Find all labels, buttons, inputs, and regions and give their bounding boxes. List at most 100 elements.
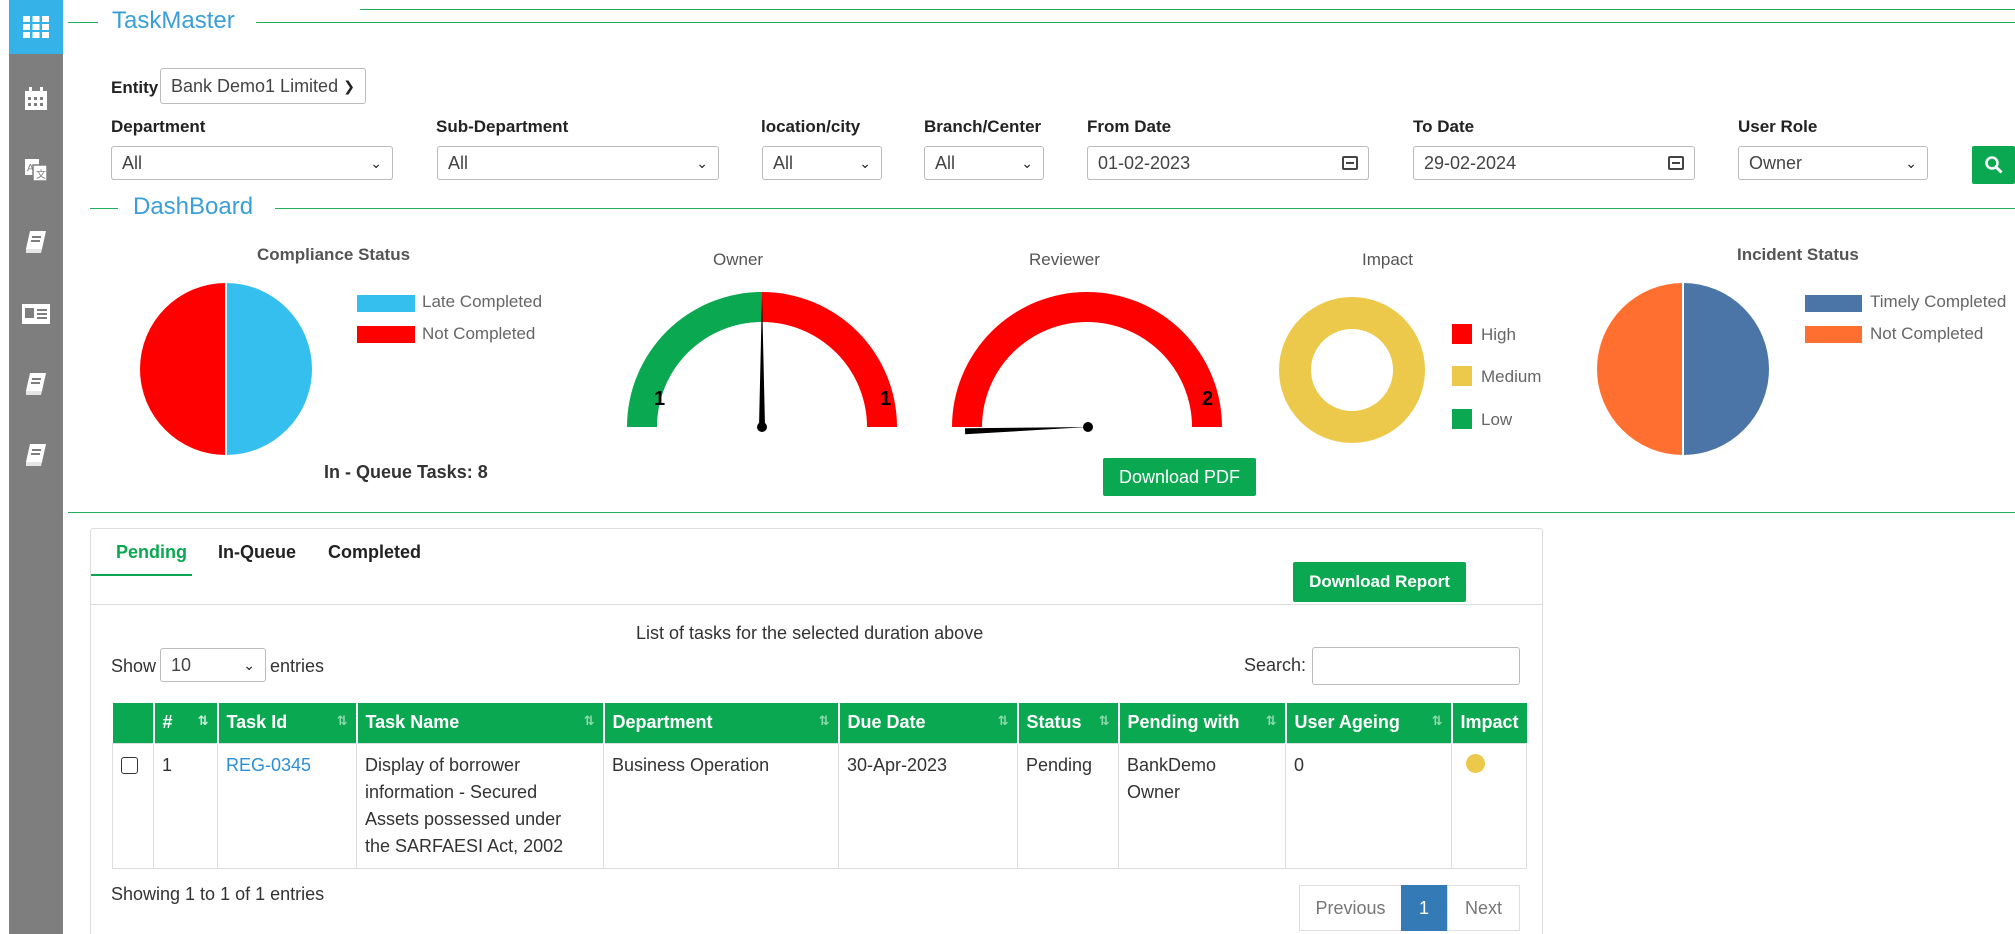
- pie-slice-not-completed[interactable]: [140, 283, 226, 455]
- legend-label-late-completed: Late Completed: [422, 292, 543, 311]
- sidebar-item-id-card[interactable]: [9, 287, 63, 341]
- legend-swatch-not-completed: [357, 326, 415, 343]
- tab-completed[interactable]: Completed: [328, 542, 421, 563]
- book-icon: [26, 444, 46, 466]
- search-button[interactable]: [1972, 146, 2015, 184]
- dashboard-title: DashBoard: [133, 193, 254, 220]
- pagination-previous[interactable]: Previous: [1299, 885, 1402, 931]
- sidebar-item-calendar[interactable]: [9, 72, 63, 126]
- user-role-value: Owner: [1749, 152, 1803, 173]
- department-select[interactable]: All ⌄: [111, 146, 393, 180]
- column-header-pending-with[interactable]: Pending with ⇅: [1118, 703, 1287, 743]
- impact-chart-title: Impact: [1362, 250, 1414, 269]
- sidebar-item-apps[interactable]: [9, 0, 63, 54]
- tabs-divider: [90, 604, 1543, 605]
- legend-label-not-completed: Not Completed: [422, 324, 536, 343]
- entity-value: Bank Demo1 Limited: [171, 75, 339, 96]
- task-pending-with: BankDemo Owner: [1118, 742, 1286, 869]
- download-pdf-button[interactable]: Download PDF: [1103, 458, 1256, 496]
- entries-select[interactable]: 10 ⌄: [160, 648, 266, 682]
- entries-label: entries: [270, 656, 325, 676]
- pagination-next[interactable]: Next: [1447, 885, 1520, 931]
- chevron-down-icon: ⌄: [370, 154, 382, 171]
- to-date-value: 29-02-2024: [1424, 152, 1517, 173]
- location-select[interactable]: All ⌄: [762, 146, 882, 180]
- column-header-due-date[interactable]: Due Date ⇅: [838, 703, 1019, 743]
- from-date-value: 01-02-2023: [1098, 152, 1191, 173]
- gauge-segment-left[interactable]: [627, 292, 762, 427]
- tab-in-queue[interactable]: In-Queue: [218, 542, 296, 563]
- sidebar-item-book-3[interactable]: [9, 428, 63, 482]
- apps-icon: [23, 16, 49, 38]
- tab-pending[interactable]: Pending: [116, 542, 187, 563]
- chevron-down-icon: ⌄: [243, 656, 255, 673]
- pagination-page-1[interactable]: 1: [1401, 885, 1447, 931]
- gauge-segment-right[interactable]: [762, 292, 897, 427]
- legend-label-low: Low: [1481, 410, 1513, 429]
- impact-donut: [1279, 297, 1425, 443]
- divider: [256, 22, 2015, 23]
- pie-slice-not-completed[interactable]: [1597, 283, 1683, 455]
- legend-swatch-incident-not-completed: [1805, 326, 1862, 343]
- divider: [68, 512, 2015, 513]
- sidebar-item-book-1[interactable]: [9, 215, 63, 269]
- divider: [275, 208, 2015, 209]
- donut-ring-medium[interactable]: [1279, 297, 1425, 443]
- calendar-icon[interactable]: [1342, 156, 1358, 170]
- in-queue-count: In - Queue Tasks: 8: [324, 462, 488, 482]
- to-date-label: To Date: [1413, 117, 1475, 136]
- legend-swatch-high: [1452, 324, 1472, 344]
- sidebar-item-book-2[interactable]: [9, 357, 63, 411]
- column-header-task-id[interactable]: Task Id ⇅: [217, 703, 358, 743]
- pie-slice-late-completed[interactable]: [226, 283, 312, 455]
- search-input[interactable]: [1312, 647, 1520, 685]
- entity-select[interactable]: Bank Demo1 Limited ❯: [160, 68, 366, 104]
- column-header-department[interactable]: Department ⇅: [603, 703, 840, 743]
- task-impact: [1450, 742, 1528, 869]
- to-date-input[interactable]: 29-02-2024: [1413, 146, 1695, 180]
- legend-label-incident-not-completed: Not Completed: [1870, 324, 1984, 343]
- calendar-icon: [25, 87, 47, 110]
- task-status: Pending: [1017, 742, 1119, 869]
- chevron-down-icon: ⌄: [1905, 154, 1917, 171]
- row-checkbox[interactable]: [121, 756, 138, 774]
- sidebar: A 文: [9, 0, 63, 934]
- sidebar-item-translate[interactable]: A 文: [9, 143, 63, 197]
- sort-icon: ⇅: [583, 713, 595, 728]
- pie-slice-timely-completed[interactable]: [1683, 283, 1769, 455]
- reviewer-gauge: [952, 292, 1222, 435]
- chevron-down-icon: ⌄: [1021, 154, 1033, 171]
- list-caption: List of tasks for the selected duration …: [636, 623, 984, 643]
- column-header-status[interactable]: Status ⇅: [1017, 703, 1120, 743]
- table-info: Showing 1 to 1 of 1 entries: [111, 884, 325, 904]
- divider: [90, 208, 118, 209]
- task-department: Business Operation: [603, 742, 839, 869]
- page-title: TaskMaster: [112, 7, 235, 34]
- column-header-impact[interactable]: Impact: [1451, 703, 1527, 743]
- owner-gauge: [627, 292, 897, 432]
- task-id-link[interactable]: REG-0345: [217, 742, 357, 869]
- search-label: Search:: [1244, 655, 1307, 675]
- subdepartment-select[interactable]: All ⌄: [437, 146, 719, 180]
- user-role-select[interactable]: Owner ⌄: [1738, 146, 1928, 180]
- legend-swatch-medium: [1452, 366, 1472, 386]
- download-report-button[interactable]: Download Report: [1293, 562, 1466, 602]
- branch-select[interactable]: All ⌄: [924, 146, 1044, 180]
- legend-swatch-late-completed: [357, 295, 415, 312]
- gauge-segment-full[interactable]: [952, 292, 1222, 427]
- subdepartment-value: All: [448, 152, 469, 173]
- column-header-user-ageing[interactable]: User Ageing ⇅: [1285, 703, 1453, 743]
- column-header-task-name[interactable]: Task Name ⇅: [356, 703, 605, 743]
- chevron-down-icon: ❯: [343, 77, 355, 94]
- legend-label-high: High: [1481, 325, 1516, 344]
- chevron-down-icon: ⌄: [696, 154, 708, 171]
- sort-icon: ⇅: [1098, 713, 1110, 728]
- table-row: 1 REG-0345 Display of borrower informati…: [112, 742, 1528, 869]
- gauge-needle: [964, 427, 1088, 435]
- from-date-input[interactable]: 01-02-2023: [1087, 146, 1369, 180]
- column-header-number[interactable]: # ⇅: [153, 703, 219, 743]
- book-icon: [26, 373, 46, 395]
- entries-value: 10: [171, 654, 192, 675]
- calendar-icon[interactable]: [1668, 156, 1684, 170]
- location-value: All: [773, 152, 794, 173]
